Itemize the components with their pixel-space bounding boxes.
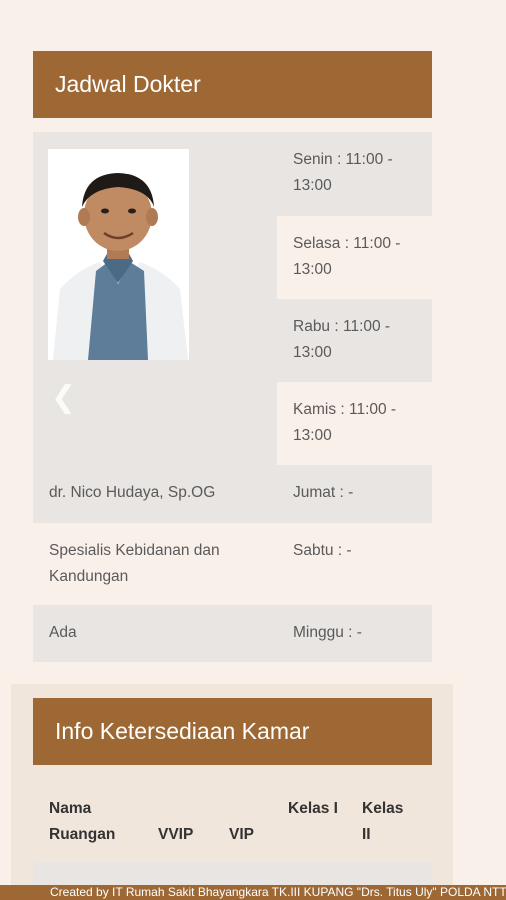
- schedule-thursday: Kamis : 11:00 - 13:00: [277, 382, 432, 465]
- doctor-specialty: Spesialis Kebidanan dan Kandungan: [33, 523, 277, 605]
- schedule-text: Senin : 11:00 - 13:00: [293, 151, 393, 194]
- footer: Created by IT Rumah Sakit Bhayangkara TK…: [0, 885, 506, 900]
- schedule-text: Kamis : 11:00 - 13:00: [293, 401, 397, 444]
- schedule-text: Minggu : -: [293, 624, 362, 641]
- schedule-sunday: Minggu : -: [277, 605, 432, 662]
- schedule-wednesday: Rabu : 11:00 - 13:00: [277, 299, 432, 382]
- column-header-kelas-1: Kelas I: [288, 800, 338, 817]
- column-header-room-name: Nama Ruangan: [49, 800, 116, 843]
- room-availability-title: Info Ketersediaan Kamar: [55, 718, 310, 744]
- doctor-status-text: Ada: [49, 624, 77, 641]
- column-header-kelas-2: Kelas II: [362, 800, 404, 843]
- doctor-specialty-text: Spesialis Kebidanan dan Kandungan: [49, 542, 220, 585]
- footer-text: Created by IT Rumah Sakit Bhayangkara TK…: [50, 885, 506, 899]
- doctor-schedule-title: Jadwal Dokter: [55, 71, 201, 97]
- doctor-schedule-header: Jadwal Dokter: [33, 51, 432, 118]
- doctor-status: Ada: [33, 605, 277, 662]
- schedule-friday: Jumat : -: [277, 465, 432, 523]
- schedule-saturday: Sabtu : -: [277, 523, 432, 605]
- schedule-text: Selasa : 11:00 - 13:00: [293, 235, 401, 278]
- column-header-vip: VIP: [229, 826, 254, 843]
- schedule-text: Rabu : 11:00 - 13:00: [293, 318, 391, 361]
- doctor-name-text: dr. Nico Hudaya, Sp.OG: [49, 484, 216, 501]
- schedule-text: Sabtu : -: [293, 542, 352, 559]
- doctor-photo: [48, 149, 189, 360]
- schedule-tuesday: Selasa : 11:00 - 13:00: [277, 216, 432, 299]
- schedule-monday: Senin : 11:00 - 13:00: [277, 132, 432, 216]
- chevron-left-icon[interactable]: ❮: [51, 383, 76, 413]
- schedule-text: Jumat : -: [293, 484, 354, 501]
- doctor-name: dr. Nico Hudaya, Sp.OG: [33, 465, 277, 523]
- room-availability-header: Info Ketersediaan Kamar: [33, 698, 432, 765]
- column-header-vvip: VVIP: [158, 826, 194, 843]
